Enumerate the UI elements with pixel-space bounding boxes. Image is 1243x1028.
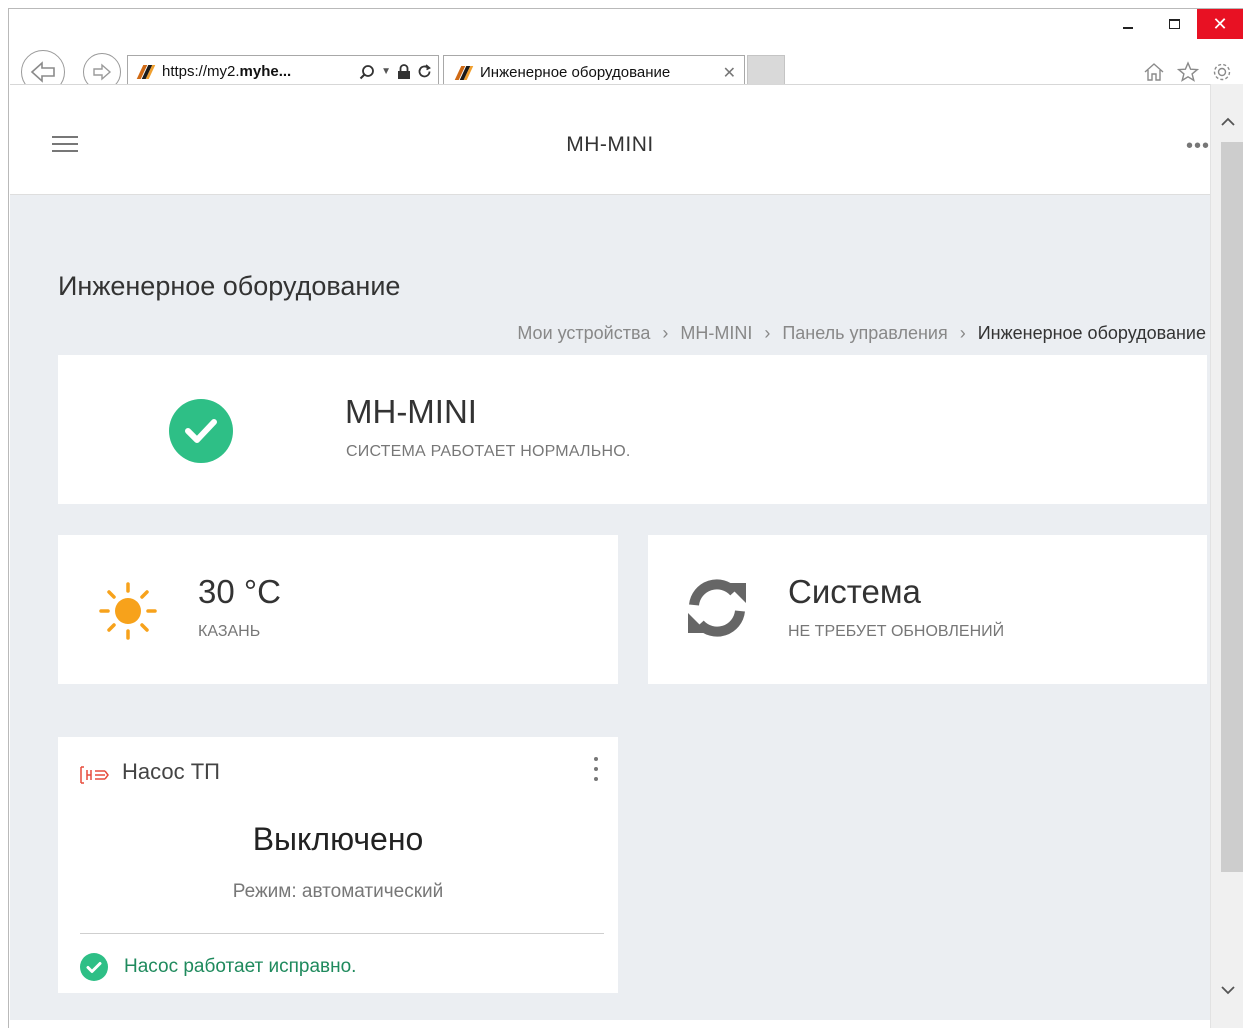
address-tools: ▼ <box>359 63 438 80</box>
tab-title: Инженерное оборудование <box>480 64 671 81</box>
back-icon <box>30 61 55 83</box>
lock-icon[interactable] <box>397 63 411 80</box>
breadcrumb: Мои устройства › MH-MINI › Панель управления… <box>517 323 1206 344</box>
system-update-status: НЕ ТРЕБУЕТ ОБНОВЛЕНИЙ <box>788 623 1005 640</box>
app-title: MH-MINI <box>566 133 654 156</box>
close-window-button[interactable]: ✕ <box>1197 9 1243 39</box>
star-icon[interactable] <box>1177 61 1199 83</box>
breadcrumb-current: Инженерное оборудование <box>977 323 1206 343</box>
system-status-card: MH-MINI СИСТЕМА РАБОТАЕТ НОРМАЛЬНО. <box>58 355 1207 504</box>
divider <box>80 933 604 934</box>
scroll-up-icon[interactable] <box>1211 110 1243 134</box>
pump-card[interactable]: Насос ТП Выключено Режим: автоматический… <box>58 737 618 993</box>
kebab-icon[interactable] <box>592 757 600 781</box>
minimize-icon <box>1123 27 1133 29</box>
scroll-down-icon[interactable] <box>1211 978 1243 1002</box>
home-icon[interactable] <box>1143 61 1165 83</box>
tab-favicon <box>454 65 474 81</box>
pump-state: Выключено <box>252 821 424 857</box>
tab-close-icon[interactable]: ✕ <box>723 63 744 83</box>
pump-health-text: Насос работает исправно. <box>124 956 357 977</box>
city-name: КАЗАНЬ <box>198 623 261 640</box>
scrollbar-thumb[interactable] <box>1221 142 1243 872</box>
device-name: MH-MINI <box>345 393 477 430</box>
temperature-value: 30 °C <box>198 573 281 610</box>
breadcrumb-separator-icon: › <box>662 323 669 343</box>
breadcrumb-device[interactable]: MH-MINI <box>680 323 752 343</box>
site-favicon <box>136 64 156 80</box>
minimize-button[interactable] <box>1105 9 1151 39</box>
browser-right-icons <box>1143 61 1233 83</box>
pump-mode: Режим: автоматический <box>232 881 444 902</box>
breadcrumb-my-devices[interactable]: Мои устройства <box>517 323 650 343</box>
pump-name: Насос ТП <box>122 759 220 784</box>
pump-health-status: Насос работает исправно. <box>80 953 356 981</box>
weather-card[interactable]: 30 °C КАЗАНЬ <box>58 535 618 684</box>
page-viewport: MH-MINI ••• Инженерное оборудование Мои … <box>10 84 1210 1020</box>
system-title: Система <box>788 573 921 610</box>
forward-icon <box>93 63 112 81</box>
status-message: СИСТЕМА РАБОТАЕТ НОРМАЛЬНО. <box>346 443 631 460</box>
maximize-button[interactable] <box>1151 9 1197 39</box>
breadcrumb-separator-icon: › <box>959 323 966 343</box>
title-bar: ✕ <box>9 9 1243 49</box>
check-icon <box>80 953 108 981</box>
breadcrumb-separator-icon: › <box>764 323 771 343</box>
vertical-scrollbar[interactable] <box>1210 84 1243 1028</box>
sun-icon <box>99 582 157 640</box>
system-update-card[interactable]: Система НЕ ТРЕБУЕТ ОБНОВЛЕНИЙ <box>648 535 1207 684</box>
refresh-icon[interactable] <box>417 64 432 79</box>
url-text[interactable]: https://my2.myhe... <box>162 63 359 80</box>
more-icon[interactable]: ••• <box>1186 135 1210 158</box>
page-title: Инженерное оборудование <box>58 271 401 301</box>
dropdown-icon[interactable]: ▼ <box>381 66 391 77</box>
close-icon: ✕ <box>1212 13 1228 34</box>
app-header: MH-MINI ••• <box>10 85 1210 195</box>
pump-icon <box>80 766 109 784</box>
maximize-icon <box>1168 19 1180 29</box>
settings-icon[interactable] <box>1211 61 1233 83</box>
sync-icon <box>688 579 746 637</box>
breadcrumb-control-panel[interactable]: Панель управления <box>782 323 947 343</box>
check-icon <box>169 399 233 463</box>
search-icon[interactable] <box>359 64 375 80</box>
